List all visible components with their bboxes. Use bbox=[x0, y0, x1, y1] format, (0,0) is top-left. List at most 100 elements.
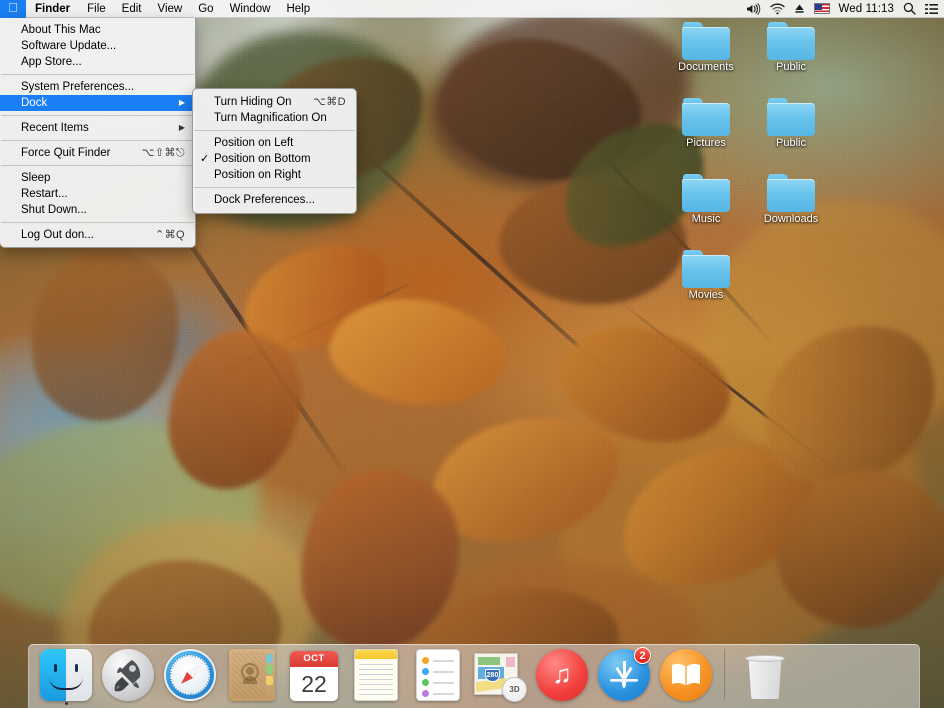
running-indicator bbox=[251, 702, 254, 705]
folder-icon bbox=[767, 98, 815, 136]
maps-route-shield: 280 bbox=[485, 669, 500, 682]
menu-item-label: Position on Bottom bbox=[214, 151, 346, 167]
dock-item-ibooks[interactable] bbox=[655, 644, 717, 706]
folder-icon bbox=[682, 174, 730, 212]
menu-item-dock[interactable]: Dock▶ bbox=[0, 95, 195, 111]
trash-icon bbox=[743, 651, 787, 701]
menu-item-system-preferences[interactable]: System Preferences... bbox=[0, 79, 195, 95]
menu-separator bbox=[1, 165, 194, 166]
menu-item-log-out-don[interactable]: Log Out don... ⌃⌘Q bbox=[0, 227, 195, 243]
menu-item-label: System Preferences... bbox=[21, 79, 185, 95]
submenu-arrow-icon: ▶ bbox=[179, 124, 185, 132]
desktop-icon-public[interactable]: Public bbox=[749, 22, 833, 74]
dock-item-calendar[interactable]: OCT 22 bbox=[283, 644, 345, 706]
running-indicator bbox=[127, 702, 130, 705]
menu-item-label: Turn Hiding On bbox=[214, 94, 299, 110]
menu-item-restart[interactable]: Restart... bbox=[0, 186, 195, 202]
running-indicator bbox=[375, 702, 378, 705]
desktop-icon-downloads[interactable]: Downloads bbox=[749, 174, 833, 226]
menu-bar-item-view[interactable]: View bbox=[150, 0, 191, 18]
eject-icon[interactable] bbox=[794, 0, 805, 18]
checkmark-icon: ✓ bbox=[200, 151, 209, 167]
menu-item-label: Recent Items bbox=[21, 120, 169, 136]
menu-item-shortcut: ⌃⌘Q bbox=[155, 227, 185, 243]
desktop-icon-music[interactable]: Music bbox=[664, 174, 748, 226]
running-indicator bbox=[313, 702, 316, 705]
menu-item-sleep[interactable]: Sleep bbox=[0, 170, 195, 186]
us-flag-icon[interactable] bbox=[814, 0, 830, 18]
dock-item-safari[interactable] bbox=[159, 644, 221, 706]
wifi-icon[interactable] bbox=[770, 0, 785, 18]
menu-item-turn-magnification-on[interactable]: Turn Magnification On bbox=[193, 110, 356, 126]
menu-item-shortcut: ⌥⇧⌘⎋ bbox=[142, 145, 185, 161]
dock-item-reminders[interactable] bbox=[407, 644, 469, 706]
menu-item-label: Log Out don... bbox=[21, 227, 141, 243]
menu-item-position-on-left[interactable]: Position on Left bbox=[193, 135, 356, 151]
menu-separator bbox=[194, 187, 355, 188]
dock-item-finder[interactable] bbox=[35, 644, 97, 706]
menu-item-label: Restart... bbox=[21, 186, 185, 202]
folder-icon bbox=[682, 250, 730, 288]
menu-item-label: Position on Right bbox=[214, 167, 346, 183]
dock: OCT 22 bbox=[28, 644, 920, 708]
dock-submenu-dropdown: Turn Hiding On ⌥⌘DTurn Magnification On Po… bbox=[192, 88, 357, 214]
desktop-icon-documents[interactable]: Documents bbox=[664, 22, 748, 74]
menu-item-label: Sleep bbox=[21, 170, 185, 186]
launchpad-icon bbox=[102, 649, 154, 701]
dock-item-notes[interactable] bbox=[345, 644, 407, 706]
menu-bar-item-help[interactable]: Help bbox=[278, 0, 318, 18]
menu-separator bbox=[1, 222, 194, 223]
menu-bar-item-edit[interactable]: Edit bbox=[114, 0, 150, 18]
notification-center-icon[interactable] bbox=[925, 0, 938, 18]
menu-bar-clock[interactable]: Wed 11:13 bbox=[839, 3, 894, 15]
menu-item-shortcut: ⌥⌘D bbox=[313, 94, 346, 110]
menu-item-turn-hiding-on[interactable]: Turn Hiding On ⌥⌘D bbox=[193, 94, 356, 110]
apple-logo-icon:  bbox=[8, 1, 18, 14]
dock-item-itunes[interactable]: ♫ bbox=[531, 644, 593, 706]
menu-item-position-on-bottom[interactable]: ✓ Position on Bottom bbox=[193, 151, 356, 167]
running-indicator bbox=[189, 702, 192, 705]
folder-icon bbox=[767, 22, 815, 60]
calendar-icon: OCT 22 bbox=[290, 651, 338, 701]
apple-menu-button[interactable]:  bbox=[0, 0, 26, 18]
maps-icon: 280 3D bbox=[474, 651, 526, 701]
menu-item-shut-down[interactable]: Shut Down... bbox=[0, 202, 195, 218]
desktop-icon-label: Public bbox=[776, 137, 806, 150]
menu-bar-item-file[interactable]: File bbox=[79, 0, 114, 18]
menu-bar-item-go[interactable]: Go bbox=[190, 0, 221, 18]
dock-separator bbox=[724, 649, 725, 699]
dock-item-app-store[interactable]: 2 bbox=[593, 644, 655, 706]
menu-item-position-on-right[interactable]: Position on Right bbox=[193, 167, 356, 183]
desktop-icon-pictures[interactable]: Pictures bbox=[664, 98, 748, 150]
maps-compass-3d: 3D bbox=[502, 677, 527, 702]
desktop-screen: DocumentsPublicPicturesPublicMusicDownlo… bbox=[0, 0, 944, 708]
menu-item-label: About This Mac bbox=[21, 22, 185, 38]
menu-item-force-quit-finder[interactable]: Force Quit Finder⌥⇧⌘⎋ bbox=[0, 145, 195, 161]
menu-item-app-store[interactable]: App Store... bbox=[0, 54, 195, 70]
calendar-day-label: 22 bbox=[290, 667, 338, 701]
ibooks-icon bbox=[660, 649, 712, 701]
menu-item-recent-items[interactable]: Recent Items ▶ bbox=[0, 120, 195, 136]
menu-bar-left:  Finder FileEditViewGoWindowHelp bbox=[0, 0, 318, 18]
desktop-icon-movies[interactable]: Movies bbox=[664, 250, 748, 302]
calendar-month-label: OCT bbox=[290, 651, 338, 667]
desktop-icon-label: Documents bbox=[678, 61, 734, 74]
folder-icon bbox=[767, 174, 815, 212]
dock-item-contacts[interactable] bbox=[221, 644, 283, 706]
dock-item-trash[interactable] bbox=[732, 644, 798, 706]
dock-item-launchpad[interactable] bbox=[97, 644, 159, 706]
menu-separator bbox=[1, 140, 194, 141]
menu-item-about-this-mac[interactable]: About This Mac bbox=[0, 22, 195, 38]
running-indicator bbox=[623, 702, 626, 705]
menu-bar:  Finder FileEditViewGoWindowHelp bbox=[0, 0, 944, 18]
spotlight-search-icon[interactable] bbox=[903, 0, 916, 18]
menu-bar-item-window[interactable]: Window bbox=[222, 0, 279, 18]
menu-bar-app-name[interactable]: Finder bbox=[26, 0, 79, 18]
menu-item-software-update[interactable]: Software Update... bbox=[0, 38, 195, 54]
desktop-icon-public[interactable]: Public bbox=[749, 98, 833, 150]
dock-item-maps[interactable]: 280 3D bbox=[469, 644, 531, 706]
speaker-volume-icon[interactable] bbox=[746, 0, 761, 18]
menu-separator bbox=[194, 130, 355, 131]
menu-item-dock-preferences[interactable]: Dock Preferences... bbox=[193, 192, 356, 208]
menu-separator bbox=[1, 115, 194, 116]
